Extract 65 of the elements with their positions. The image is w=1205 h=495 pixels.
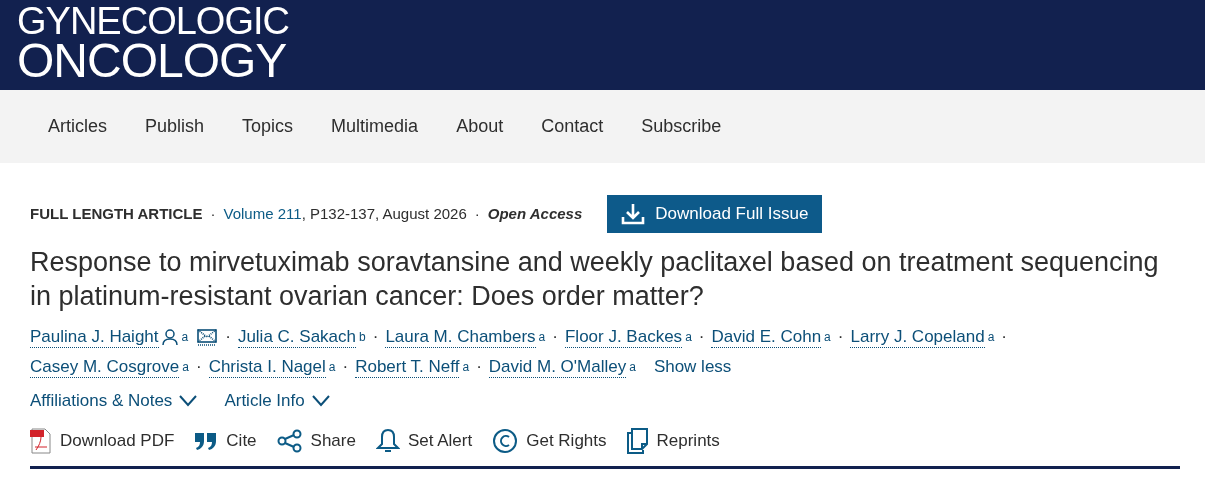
logo-text[interactable]: GYNECOLOGIC — [17, 2, 1205, 40]
separator-dot: · — [552, 326, 558, 348]
chevron-icon — [178, 394, 199, 407]
citation-text: , P132-137, August 2026 — [301, 203, 467, 224]
author-link[interactable]: David E. Cohn — [711, 326, 822, 348]
affiliation-mark[interactable]: a — [629, 360, 636, 373]
copyright-icon — [492, 427, 519, 454]
author-link[interactable]: Julia C. Sakach — [237, 326, 356, 348]
share-icon — [276, 428, 303, 453]
author-link[interactable]: Casey M. Cosgrove — [30, 356, 180, 378]
affiliation-mark[interactable]: a — [182, 360, 189, 373]
nav-link[interactable]: Articles — [48, 113, 107, 140]
nav-link[interactable]: Publish — [145, 113, 205, 140]
author-link[interactable]: Christa I. Nagel — [208, 356, 326, 378]
author-link[interactable]: Larry J. Copeland — [850, 326, 985, 348]
nav-link[interactable]: Subscribe — [641, 113, 722, 140]
download-issue-button[interactable]: Download Full Issue — [607, 195, 823, 233]
action-button[interactable]: Cite — [194, 427, 257, 454]
action-button[interactable]: Set Alert — [375, 427, 473, 454]
action-button[interactable]: Reprints — [626, 427, 720, 454]
chevron-icon — [310, 394, 331, 407]
separator-dot: · — [210, 203, 216, 224]
affiliation-mark[interactable]: a — [824, 330, 831, 343]
separator-dot: · — [476, 356, 482, 378]
nav-link[interactable]: Multimedia — [331, 113, 419, 140]
logo-text[interactable]: ONCOLOGY — [17, 40, 1205, 82]
affiliation-mark[interactable]: b — [359, 330, 366, 343]
pdf-icon — [30, 427, 52, 454]
affiliation-mark[interactable]: a — [987, 330, 995, 343]
bell-icon — [375, 427, 400, 454]
expander-toggle[interactable]: Affiliations & Notes — [30, 388, 199, 414]
mail-icon[interactable] — [196, 328, 219, 346]
quote-icon — [194, 430, 219, 451]
nav-link[interactable]: Topics — [242, 113, 294, 140]
article-title: Response to mirvetuximab soravtansine and weekly paclitaxel based on treatment sequencing in platinum-resistant ovarian cancer: Does order matter? — [30, 246, 1160, 313]
action-button[interactable]: Get Rights — [492, 427, 607, 454]
nav-link[interactable]: About — [456, 113, 504, 140]
access-label: Open Access — [487, 203, 583, 224]
separator-dot: · — [372, 326, 379, 348]
affiliation-mark[interactable]: a — [181, 330, 189, 343]
affiliation-mark[interactable]: a — [462, 360, 470, 373]
nav-link[interactable]: Contact — [541, 113, 604, 140]
affiliation-mark[interactable]: a — [538, 330, 546, 343]
action-button[interactable]: Download PDF — [30, 427, 175, 454]
separator-dot: · — [225, 326, 231, 348]
expander-toggle[interactable]: Article Info — [224, 388, 331, 414]
author-link[interactable]: Floor J. Backes — [564, 326, 683, 348]
affiliation-mark[interactable]: a — [328, 360, 336, 373]
action-button[interactable]: Share — [276, 427, 356, 454]
separator-dot: · — [195, 356, 202, 378]
separator-dot: · — [698, 326, 705, 348]
download-icon — [621, 203, 646, 225]
separator-dot: · — [474, 203, 480, 224]
separator-dot: · — [837, 326, 844, 348]
show-less-link[interactable]: Show less — [653, 352, 732, 382]
article-type: FULL LENGTH ARTICLE — [30, 203, 203, 224]
author-link[interactable]: Laura M. Chambers — [385, 326, 536, 348]
author-link[interactable]: Robert T. Neff — [355, 356, 460, 378]
author-link[interactable]: David M. O'Malley — [488, 356, 627, 378]
separator-dot: · — [342, 356, 349, 378]
author-link[interactable]: Paulina J. Haight — [30, 326, 159, 348]
reprints-icon — [626, 427, 649, 454]
affiliation-mark[interactable]: a — [685, 330, 692, 343]
separator-dot: · — [1001, 326, 1007, 348]
volume-link[interactable]: Volume 211 — [223, 202, 302, 226]
